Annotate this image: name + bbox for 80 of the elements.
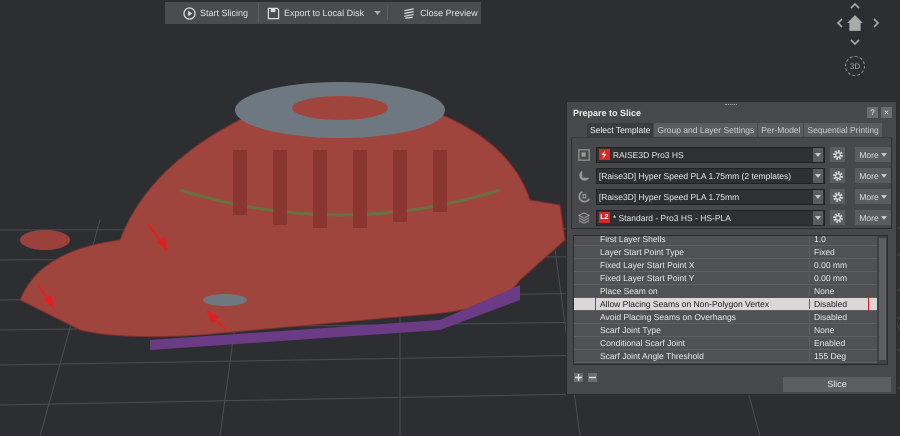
export-button[interactable]: Export to Local Disk	[259, 3, 372, 23]
close-button[interactable]: ×	[881, 107, 892, 118]
arrow-icon	[206, 310, 227, 331]
start-slicing-button[interactable]: Start Slicing	[165, 3, 260, 23]
layers-icon	[402, 6, 416, 20]
chevron-down-icon[interactable]	[850, 37, 860, 47]
play-icon	[183, 6, 196, 20]
add-button[interactable]	[574, 372, 583, 382]
drag-handle-icon[interactable]	[725, 104, 737, 107]
settings-button[interactable]	[830, 147, 846, 162]
panel-title: Prepare to Slice	[573, 108, 642, 118]
more-button[interactable]: More	[855, 189, 891, 204]
setting-row[interactable]: Fixed Layer Start Point X 0.00 mm	[574, 259, 877, 272]
settings-button[interactable]	[830, 189, 846, 204]
help-button[interactable]: ?	[867, 107, 878, 118]
plus-icon	[575, 374, 582, 380]
setting-value: Enabled	[813, 338, 846, 348]
template-value: [Raise3D] Hyper Speed PLA 1.75mm	[598, 192, 740, 202]
template-value: [Raise3D] Hyper Speed PLA 1.75mm (2 templates)	[598, 170, 792, 180]
settings-button[interactable]	[830, 168, 846, 183]
tab[interactable]: Per-Model	[758, 123, 804, 137]
arrow-icon	[37, 284, 54, 310]
setting-row[interactable]: Allow Placing Seams on Non-Polygon Vertex Disabled	[574, 298, 877, 311]
setting-name: First Layer Shells	[574, 236, 810, 244]
chevron-up-icon[interactable]	[850, 1, 860, 11]
scrollbar[interactable]	[879, 238, 886, 360]
caret-icon	[880, 174, 887, 178]
setting-value: Fixed	[813, 247, 835, 257]
more-button[interactable]: More	[855, 210, 891, 225]
home-icon[interactable]	[846, 14, 864, 32]
setting-name: Scarf Joint Type	[574, 325, 810, 335]
tab[interactable]: Sequential Printing	[804, 123, 882, 137]
layers-icon	[576, 212, 592, 224]
arrow-icon	[147, 223, 168, 252]
setting-row[interactable]: Place Seam on None	[574, 285, 877, 298]
setting-row[interactable]: Avoid Placing Seams on Overhangs Disabled	[574, 311, 877, 324]
setting-value: None	[813, 286, 834, 296]
caret-icon	[880, 216, 887, 220]
view-3d-button[interactable]: 3D	[845, 56, 865, 76]
slice-button[interactable]: Slice	[783, 376, 891, 392]
setting-name: Conditional Scarf Joint	[574, 338, 810, 348]
setting-value: None	[813, 325, 834, 335]
setting-value: 1.0	[813, 236, 826, 244]
template-value: RAISE3D Pro3 HS	[612, 150, 685, 160]
more-button[interactable]: More	[855, 168, 891, 183]
template-select[interactable]: RAISE3D Pro3 HS	[596, 146, 826, 162]
tab[interactable]: Select Template	[587, 123, 654, 137]
setting-row[interactable]: Layer Start Point Type Fixed	[574, 246, 877, 259]
tab[interactable]: Group and Layer Settings	[654, 123, 758, 137]
setting-name: Scarf Joint Angle Threshold	[574, 351, 810, 361]
setting-row[interactable]: Conditional Scarf Joint Enabled	[574, 337, 877, 350]
setting-row[interactable]: Fixed Layer Start Point Y 0.00 mm	[574, 272, 877, 285]
setting-name: Allow Placing Seams on Non-Polygon Vertex	[574, 299, 810, 309]
setting-name: Avoid Placing Seams on Overhangs	[574, 312, 810, 322]
setting-name: Layer Start Point Type	[574, 247, 810, 257]
caret-icon	[880, 152, 887, 156]
settings-button[interactable]	[830, 210, 846, 225]
setting-name: Fixed Layer Start Point X	[574, 260, 810, 270]
setting-value: 0.00 mm	[813, 273, 848, 283]
setting-value: Disabled	[813, 312, 848, 322]
setting-name: Place Seam on	[574, 286, 810, 296]
setting-row[interactable]: Scarf Joint Angle Threshold 155 Deg	[574, 350, 877, 363]
caret-icon	[880, 194, 887, 198]
chevron-left-icon[interactable]	[835, 18, 845, 28]
setting-value: 155 Deg	[813, 351, 846, 361]
setting-row[interactable]: First Layer Shells 1.0	[574, 236, 877, 246]
printer-icon	[576, 148, 592, 160]
template-value: * Standard - Pro3 HS - HS-PLA	[612, 212, 732, 222]
template-select[interactable]: [Raise3D] Hyper Speed PLA 1.75mm (2 templates)	[596, 168, 826, 184]
template-select[interactable]: [Raise3D] Hyper Speed PLA 1.75mm	[596, 188, 826, 204]
setting-name: Fixed Layer Start Point Y	[574, 273, 810, 283]
close-preview-button[interactable]: Close Preview	[394, 3, 486, 23]
setting-row[interactable]: Scarf Joint Type None	[574, 324, 877, 337]
caret-icon[interactable]	[374, 6, 388, 20]
setting-value: Disabled	[813, 299, 848, 309]
setting-value: 0.00 mm	[813, 260, 848, 270]
chevron-right-icon[interactable]	[871, 18, 881, 28]
more-button[interactable]: More	[855, 147, 891, 162]
spool-icon	[576, 190, 592, 202]
remove-button[interactable]	[588, 372, 597, 382]
